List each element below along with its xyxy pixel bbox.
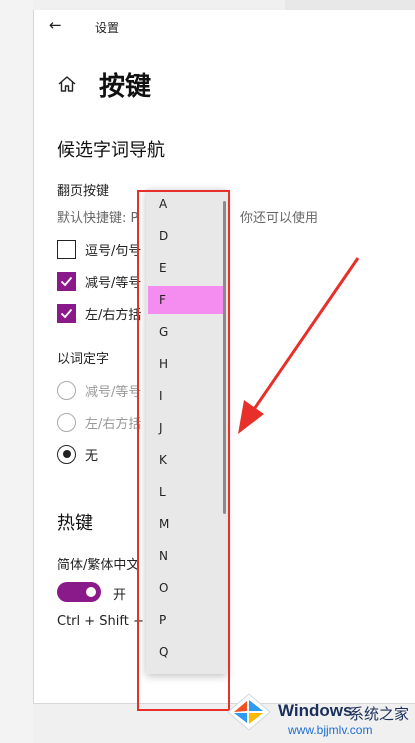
windows-logo-icon	[227, 693, 271, 731]
checkbox-box-checked[interactable]	[57, 303, 76, 323]
checkbox-box[interactable]	[57, 239, 76, 259]
radio-label: 减号/等号	[85, 384, 142, 400]
checkbox-label: 减号/等号	[85, 275, 142, 291]
checkbox-brackets[interactable]: 左/右方括	[57, 303, 141, 323]
checkbox-label: 左/右方括	[85, 307, 142, 323]
checkmark-icon	[60, 276, 73, 286]
section-title-candidate-nav: 候选字词导航	[57, 140, 165, 161]
back-button[interactable]: ←	[49, 17, 65, 33]
watermark: Windows 系统之家 www.bjjmlv.com	[226, 686, 415, 743]
checkbox-label: 逗号/句号	[85, 243, 142, 259]
checkbox-minus-equals[interactable]: 减号/等号	[57, 271, 141, 291]
page-keys-label: 翻页按键	[57, 184, 110, 199]
checkbox-comma-period[interactable]: 逗号/句号	[57, 239, 141, 259]
default-shortcut-hint: 默认快捷键: P	[57, 211, 139, 226]
radio-none[interactable]: 无	[57, 444, 98, 464]
traditional-simplified-toggle[interactable]	[57, 582, 101, 602]
word-select-label: 以词定字	[57, 352, 110, 367]
radio-button-selected[interactable]	[57, 444, 76, 464]
extra-shortcut-hint: 你还可以使用	[240, 211, 319, 226]
radio-button[interactable]	[57, 412, 76, 432]
toggle-label: 简体/繁体中文	[57, 558, 140, 573]
checkbox-box-checked[interactable]	[57, 271, 76, 291]
watermark-brand: Windows	[278, 701, 353, 720]
background-strip	[285, 0, 415, 10]
section-title-hotkeys: 热键	[57, 513, 93, 534]
shortcut-text: Ctrl + Shift +	[57, 614, 144, 629]
window-title: 设置	[95, 21, 120, 35]
watermark-url: www.bjjmlv.com	[288, 723, 373, 737]
radio-button[interactable]	[57, 380, 76, 400]
radio-brackets[interactable]: 左/右方括	[57, 412, 141, 432]
toggle-state: 开	[113, 588, 127, 603]
annotation-arrow-icon	[238, 257, 360, 434]
radio-label: 无	[85, 448, 99, 464]
watermark-brand-suffix: 系统之家	[349, 705, 410, 723]
checkmark-icon	[60, 308, 73, 318]
page-title: 按键	[99, 72, 152, 102]
annotation-highlight-box	[137, 190, 230, 711]
radio-label: 左/右方括	[85, 416, 142, 432]
home-icon[interactable]	[57, 74, 77, 94]
radio-minus-equals[interactable]: 减号/等号	[57, 380, 141, 400]
desktop-strip	[0, 0, 33, 743]
